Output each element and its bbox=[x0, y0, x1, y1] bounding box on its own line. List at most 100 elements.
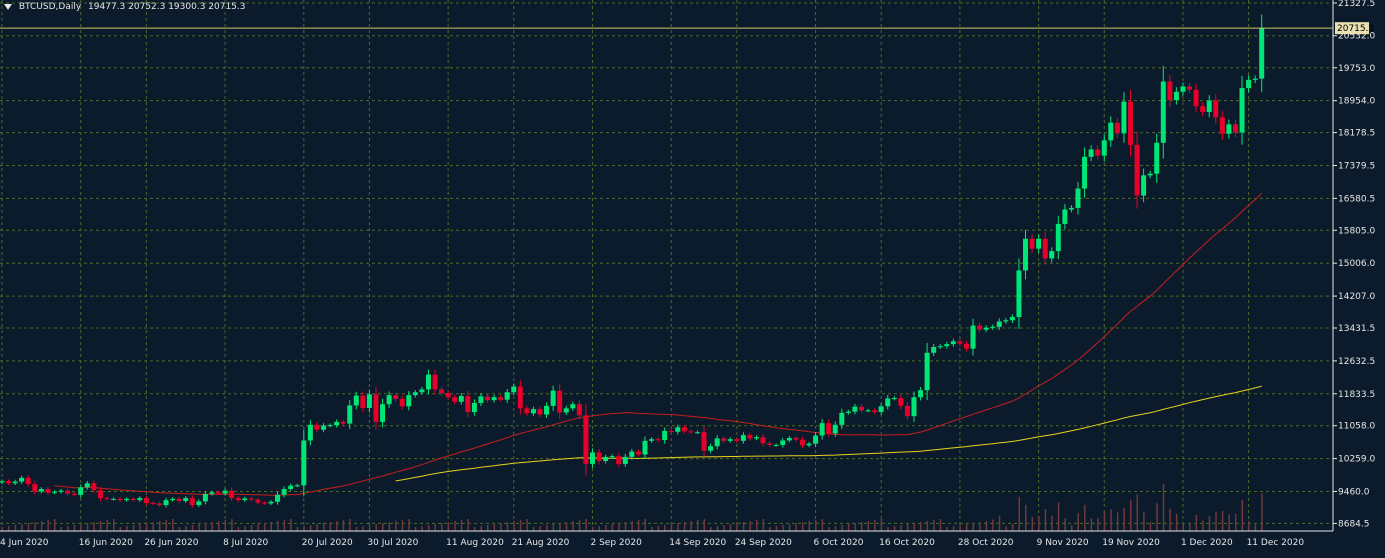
volume-bar bbox=[611, 524, 614, 531]
candle-body bbox=[1193, 89, 1199, 107]
volume-bar bbox=[821, 519, 824, 531]
volume-bar bbox=[178, 527, 181, 531]
candle-body bbox=[327, 425, 333, 427]
volume-bar bbox=[388, 522, 391, 531]
candle-body bbox=[813, 435, 819, 444]
candle-body bbox=[1259, 28, 1265, 79]
candle-body bbox=[1167, 81, 1173, 101]
volume-bar bbox=[618, 523, 620, 531]
candle-body bbox=[950, 341, 956, 345]
volume-bar bbox=[1149, 522, 1152, 531]
price-chart-svg[interactable]: 21327.520532.019753.018954.018178.517379… bbox=[0, 0, 1385, 554]
candle-body bbox=[754, 437, 760, 439]
candle-body bbox=[209, 492, 215, 494]
volume-bar bbox=[165, 520, 168, 531]
candle-body bbox=[544, 405, 550, 415]
volume-bar bbox=[1248, 521, 1250, 531]
candle-body bbox=[793, 437, 799, 440]
candle-body bbox=[760, 437, 766, 444]
volume-bar bbox=[1005, 526, 1007, 531]
volume-bar bbox=[250, 525, 253, 531]
candle-body bbox=[944, 344, 950, 347]
volume-bar bbox=[860, 522, 863, 531]
volume-bar bbox=[1241, 500, 1244, 531]
volume-bar bbox=[47, 520, 49, 531]
volume-bar bbox=[119, 527, 122, 531]
volume-bar bbox=[841, 525, 843, 531]
volume-bar bbox=[283, 520, 286, 531]
volume-bar bbox=[1057, 502, 1060, 531]
candle-body bbox=[124, 498, 130, 501]
volume-bar bbox=[1254, 524, 1257, 531]
volume-bar bbox=[887, 527, 889, 531]
candle-body bbox=[412, 392, 418, 396]
candle-body bbox=[767, 443, 773, 445]
volume-bar bbox=[506, 522, 509, 531]
candle-body bbox=[143, 498, 149, 504]
candle-body bbox=[734, 439, 740, 441]
volume-bar bbox=[290, 519, 292, 531]
chart-area[interactable]: 21327.5 20532.0 19753.0 18954.0 18178.5 17379… bbox=[0, 0, 1385, 554]
candle-body bbox=[111, 498, 117, 500]
volume-bar bbox=[690, 521, 692, 531]
volume-bar bbox=[382, 523, 384, 531]
volume-bar bbox=[480, 526, 482, 531]
candle-body bbox=[97, 490, 103, 499]
dropdown-triangle-icon[interactable] bbox=[4, 3, 12, 10]
volume-bar bbox=[696, 520, 699, 531]
candle-body bbox=[170, 498, 176, 501]
candle-body bbox=[275, 494, 281, 502]
volume-bar bbox=[946, 527, 948, 531]
y-tick-label: 18954.0 bbox=[1338, 97, 1375, 107]
candle-body bbox=[878, 406, 884, 413]
x-tick-label: 16 Jun 2020 bbox=[79, 538, 133, 548]
volume-bar bbox=[368, 525, 371, 531]
volume-bar bbox=[926, 521, 929, 531]
volume-bar bbox=[893, 526, 896, 531]
volume-bar bbox=[683, 522, 686, 531]
candle-body bbox=[1016, 270, 1022, 317]
candle-body bbox=[301, 440, 307, 486]
candle-body bbox=[504, 392, 510, 400]
candle-body bbox=[924, 352, 930, 391]
volume-bar bbox=[296, 527, 299, 531]
volume-bar bbox=[152, 522, 154, 531]
candle-body bbox=[819, 423, 825, 436]
volume-bar bbox=[1156, 503, 1158, 531]
volume-bar bbox=[139, 524, 141, 531]
volume-bar bbox=[1162, 483, 1165, 531]
volume-bar bbox=[939, 519, 942, 531]
volume-bar bbox=[86, 523, 89, 531]
volume-bar bbox=[1129, 499, 1132, 531]
volume-bar bbox=[1136, 494, 1139, 531]
volume-bar bbox=[1195, 515, 1198, 531]
volume-bar bbox=[231, 519, 233, 531]
candle-body bbox=[288, 485, 294, 490]
volume-bar bbox=[342, 520, 345, 531]
candle-body bbox=[655, 439, 661, 441]
candle-body bbox=[314, 424, 320, 430]
volume-bar bbox=[1084, 504, 1086, 531]
volume-bar bbox=[447, 522, 450, 531]
volume-bar bbox=[27, 523, 30, 531]
candle-body bbox=[681, 427, 687, 432]
volume-bar bbox=[933, 520, 935, 531]
candle-body bbox=[202, 493, 208, 502]
grid bbox=[0, 0, 1333, 531]
volume-bar bbox=[979, 522, 981, 531]
y-tick-label: 19753.0 bbox=[1338, 64, 1375, 74]
candle-body bbox=[688, 431, 694, 433]
candle-body bbox=[786, 437, 792, 441]
candle-body bbox=[471, 402, 477, 413]
candle-body bbox=[1088, 149, 1094, 157]
volume-bar bbox=[493, 524, 496, 531]
candle-body bbox=[406, 395, 412, 407]
volume-bar bbox=[539, 526, 541, 531]
candle-body bbox=[852, 406, 858, 412]
volume-bar bbox=[158, 521, 161, 531]
candle-body bbox=[6, 481, 12, 484]
candle-body bbox=[1232, 124, 1238, 133]
candle-body bbox=[1154, 142, 1160, 174]
x-tick-label: 9 Nov 2020 bbox=[1037, 538, 1089, 548]
candle-body bbox=[1009, 316, 1015, 321]
